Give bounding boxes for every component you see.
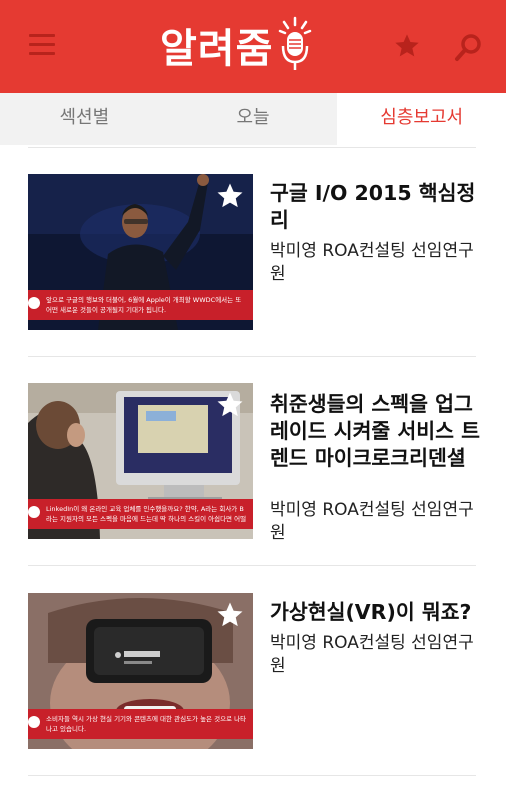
tab-sections[interactable]: 섹션별 <box>0 93 169 145</box>
hamburger-menu-icon[interactable] <box>29 34 55 56</box>
article-thumbnail[interactable]: 앞으로 구글의 행보와 더불어, 6월에 Apple이 개최할 WWDC에서는 … <box>28 174 253 330</box>
quote-icon <box>28 506 40 518</box>
quote-icon <box>28 297 40 309</box>
article-title[interactable]: 가상현실(VR)이 뭐죠? <box>270 599 490 626</box>
article-author: 박미영 ROA컨설팅 선임연구원 <box>270 633 474 676</box>
bookmark-star-icon[interactable] <box>215 390 245 420</box>
divider <box>28 356 476 357</box>
quote-icon <box>28 716 40 728</box>
divider <box>28 565 476 566</box>
tab-today[interactable]: 오늘 <box>169 93 338 145</box>
article-title[interactable]: 구글 I/O 2015 핵심정리 <box>270 180 480 234</box>
article-author: 박미영 ROA컨설팅 선임연구원 <box>270 500 474 543</box>
article-author: 박미영 ROA컨설팅 선임연구원 <box>270 241 474 284</box>
thumbnail-caption: 소비자들 역시 가상 현실 기기와 콘텐츠에 대한 관심도가 높은 것으로 나타… <box>28 709 253 739</box>
bookmark-star-icon[interactable] <box>215 600 245 630</box>
article-thumbnail[interactable]: 소비자들 역시 가상 현실 기기와 콘텐츠에 대한 관심도가 높은 것으로 나타… <box>28 593 253 749</box>
bookmark-star-icon[interactable] <box>215 181 245 211</box>
microphone-logo-icon <box>279 16 312 70</box>
caption-text: 앞으로 구글의 행보와 더불어, 6월에 Apple이 개최할 WWDC에서는 … <box>46 296 242 314</box>
divider <box>28 775 476 776</box>
article-thumbnail[interactable]: LinkedIn이 왜 온라인 교육 업체를 인수했을까요? 한약, A라는 회… <box>28 383 253 539</box>
search-icon[interactable] <box>454 32 484 62</box>
caption-text: LinkedIn이 왜 온라인 교육 업체를 인수했을까요? 한약, A라는 회… <box>46 505 247 523</box>
article-title[interactable]: 취준생들의 스펙을 업그레이드 시켜줄 서비스 트렌드 마이크로크리덴셜 <box>270 391 480 472</box>
tab-in-depth-reports[interactable]: 심층보고서 <box>337 93 506 145</box>
thumbnail-caption: LinkedIn이 왜 온라인 교육 업체를 인수했을까요? 한약, A라는 회… <box>28 499 253 529</box>
logo-text: 알려줌 <box>160 26 274 72</box>
divider <box>28 147 476 148</box>
app-bar: 알려줌 <box>0 0 506 93</box>
app-logo[interactable]: 알려줌 <box>160 14 313 76</box>
thumbnail-caption: 앞으로 구글의 행보와 더불어, 6월에 Apple이 개최할 WWDC에서는 … <box>28 290 253 320</box>
caption-text: 소비자들 역시 가상 현실 기기와 콘텐츠에 대한 관심도가 높은 것으로 나타… <box>46 715 247 733</box>
tab-bar: 섹션별 오늘 심층보고서 <box>0 93 506 145</box>
favorites-star-icon[interactable] <box>393 32 421 60</box>
